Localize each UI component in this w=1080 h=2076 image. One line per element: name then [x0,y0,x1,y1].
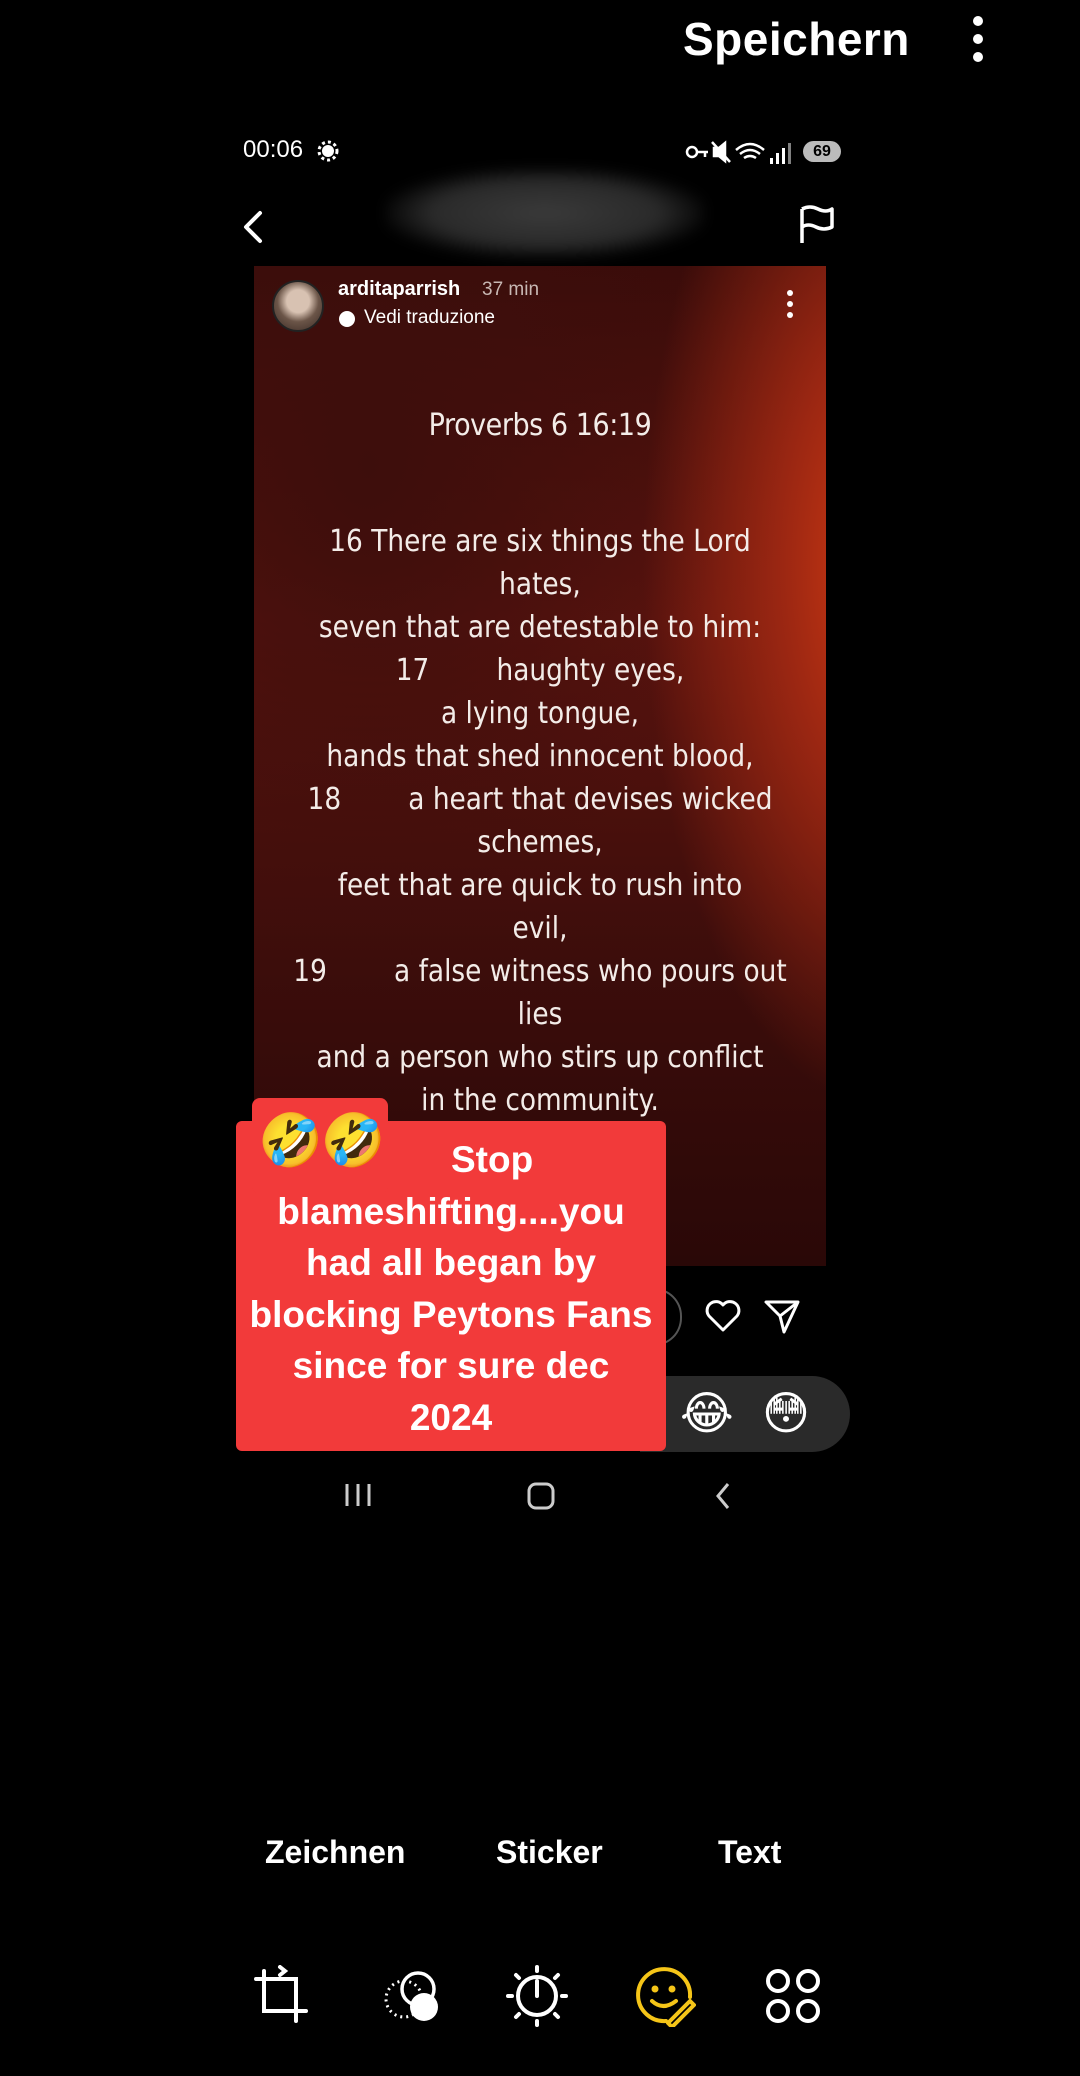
more-apps-icon[interactable] [762,1965,824,2027]
verse-line: feet that are quick to rush into [337,868,743,903]
tab-draw[interactable]: Zeichnen [265,1834,405,1871]
more-vert-icon[interactable] [960,14,996,64]
verse-line: lies [517,997,563,1032]
laugh-emoji-reaction[interactable]: 😂 [680,1386,734,1440]
crop-rotate-icon[interactable] [250,1965,312,2027]
verse-line: evil, [512,911,568,946]
verse-line: hands that shed innocent blood, [326,739,754,774]
tab-text[interactable]: Text [718,1834,781,1871]
verse-line: 17 haughty eyes, [395,653,685,688]
send-icon[interactable] [762,1296,802,1336]
save-button[interactable]: Speichern [683,12,910,66]
verse-line: 18 a heart that devises wicked [307,782,773,817]
battery-indicator: 69 [803,141,841,162]
brightness-icon[interactable] [506,1965,568,2027]
flag-icon[interactable] [796,203,836,247]
flushed-emoji-reaction[interactable]: 😳 [762,1386,810,1440]
translate-link[interactable]: Vedi traduzione [364,307,495,329]
tab-sticker[interactable]: Sticker [496,1834,603,1871]
verse-title: Proverbs 6 16:19 [428,408,652,443]
sticker-text: Stop blameshifting....you had all began … [249,1139,653,1438]
redacted-name [385,168,705,258]
heart-icon[interactable] [703,1296,743,1336]
story-username[interactable]: arditaparrish [338,278,460,301]
verse-line: a lying tongue, [440,696,640,731]
story-more-icon[interactable] [784,290,796,318]
verse-line: hates, [499,567,581,602]
avatar[interactable] [272,280,324,332]
settings-status-icon [317,140,339,162]
verse-line: seven that are detestable to him: [318,610,762,645]
verse-line: and a person who stirs up conflict [316,1040,764,1075]
back-chevron-icon[interactable] [234,205,274,249]
verse-line: 19 a false witness who pours out [293,954,787,989]
status-time: 00:06 [243,136,304,163]
verse-line: 16 There are six things the Lord [329,524,751,559]
story-time-ago: 37 min [482,279,540,300]
sticker-emoji-icon[interactable] [634,1965,696,2027]
quick-reactions-bar [640,1376,850,1452]
filter-icon[interactable] [380,1965,442,2027]
system-nav-bar [345,1482,730,1510]
translate-icon [339,311,355,327]
verse-line: schemes, [477,825,603,860]
